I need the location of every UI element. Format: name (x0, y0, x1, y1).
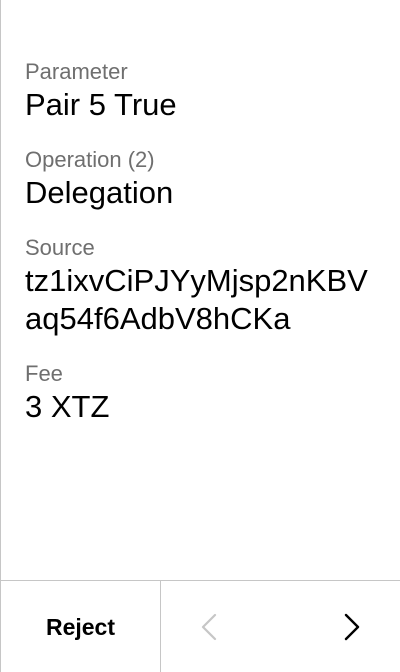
transaction-review-screen: Parameter Pair 5 True Operation (2) Dele… (0, 0, 400, 672)
next-page-button[interactable] (332, 607, 372, 647)
fee-value: 3 XTZ (25, 389, 110, 424)
review-fields: Parameter Pair 5 True Operation (2) Dele… (25, 58, 376, 448)
parameter-label: Parameter (25, 59, 128, 84)
previous-page-button[interactable] (189, 607, 229, 647)
parameter-value: Pair 5 True (25, 87, 177, 122)
source-value: tz1ixvCiPJYyMjsp2nKBVaq54f6AdbV8hCKa (25, 263, 368, 336)
operation-label: Operation (2) (25, 147, 155, 172)
reject-button[interactable]: Reject (1, 581, 161, 672)
parameter-field: Parameter Pair 5 True (25, 58, 376, 124)
chevron-right-icon (344, 613, 360, 640)
fee-label: Fee (25, 361, 63, 386)
source-field: Source tz1ixvCiPJYyMjsp2nKBVaq54f6AdbV8h… (25, 234, 376, 338)
source-label: Source (25, 235, 95, 260)
fee-field: Fee 3 XTZ (25, 360, 376, 426)
chevron-left-icon (201, 613, 217, 640)
operation-value: Delegation (25, 175, 174, 210)
page-navigation (161, 581, 400, 672)
action-footer: Reject (1, 580, 400, 672)
operation-field: Operation (2) Delegation (25, 146, 376, 212)
